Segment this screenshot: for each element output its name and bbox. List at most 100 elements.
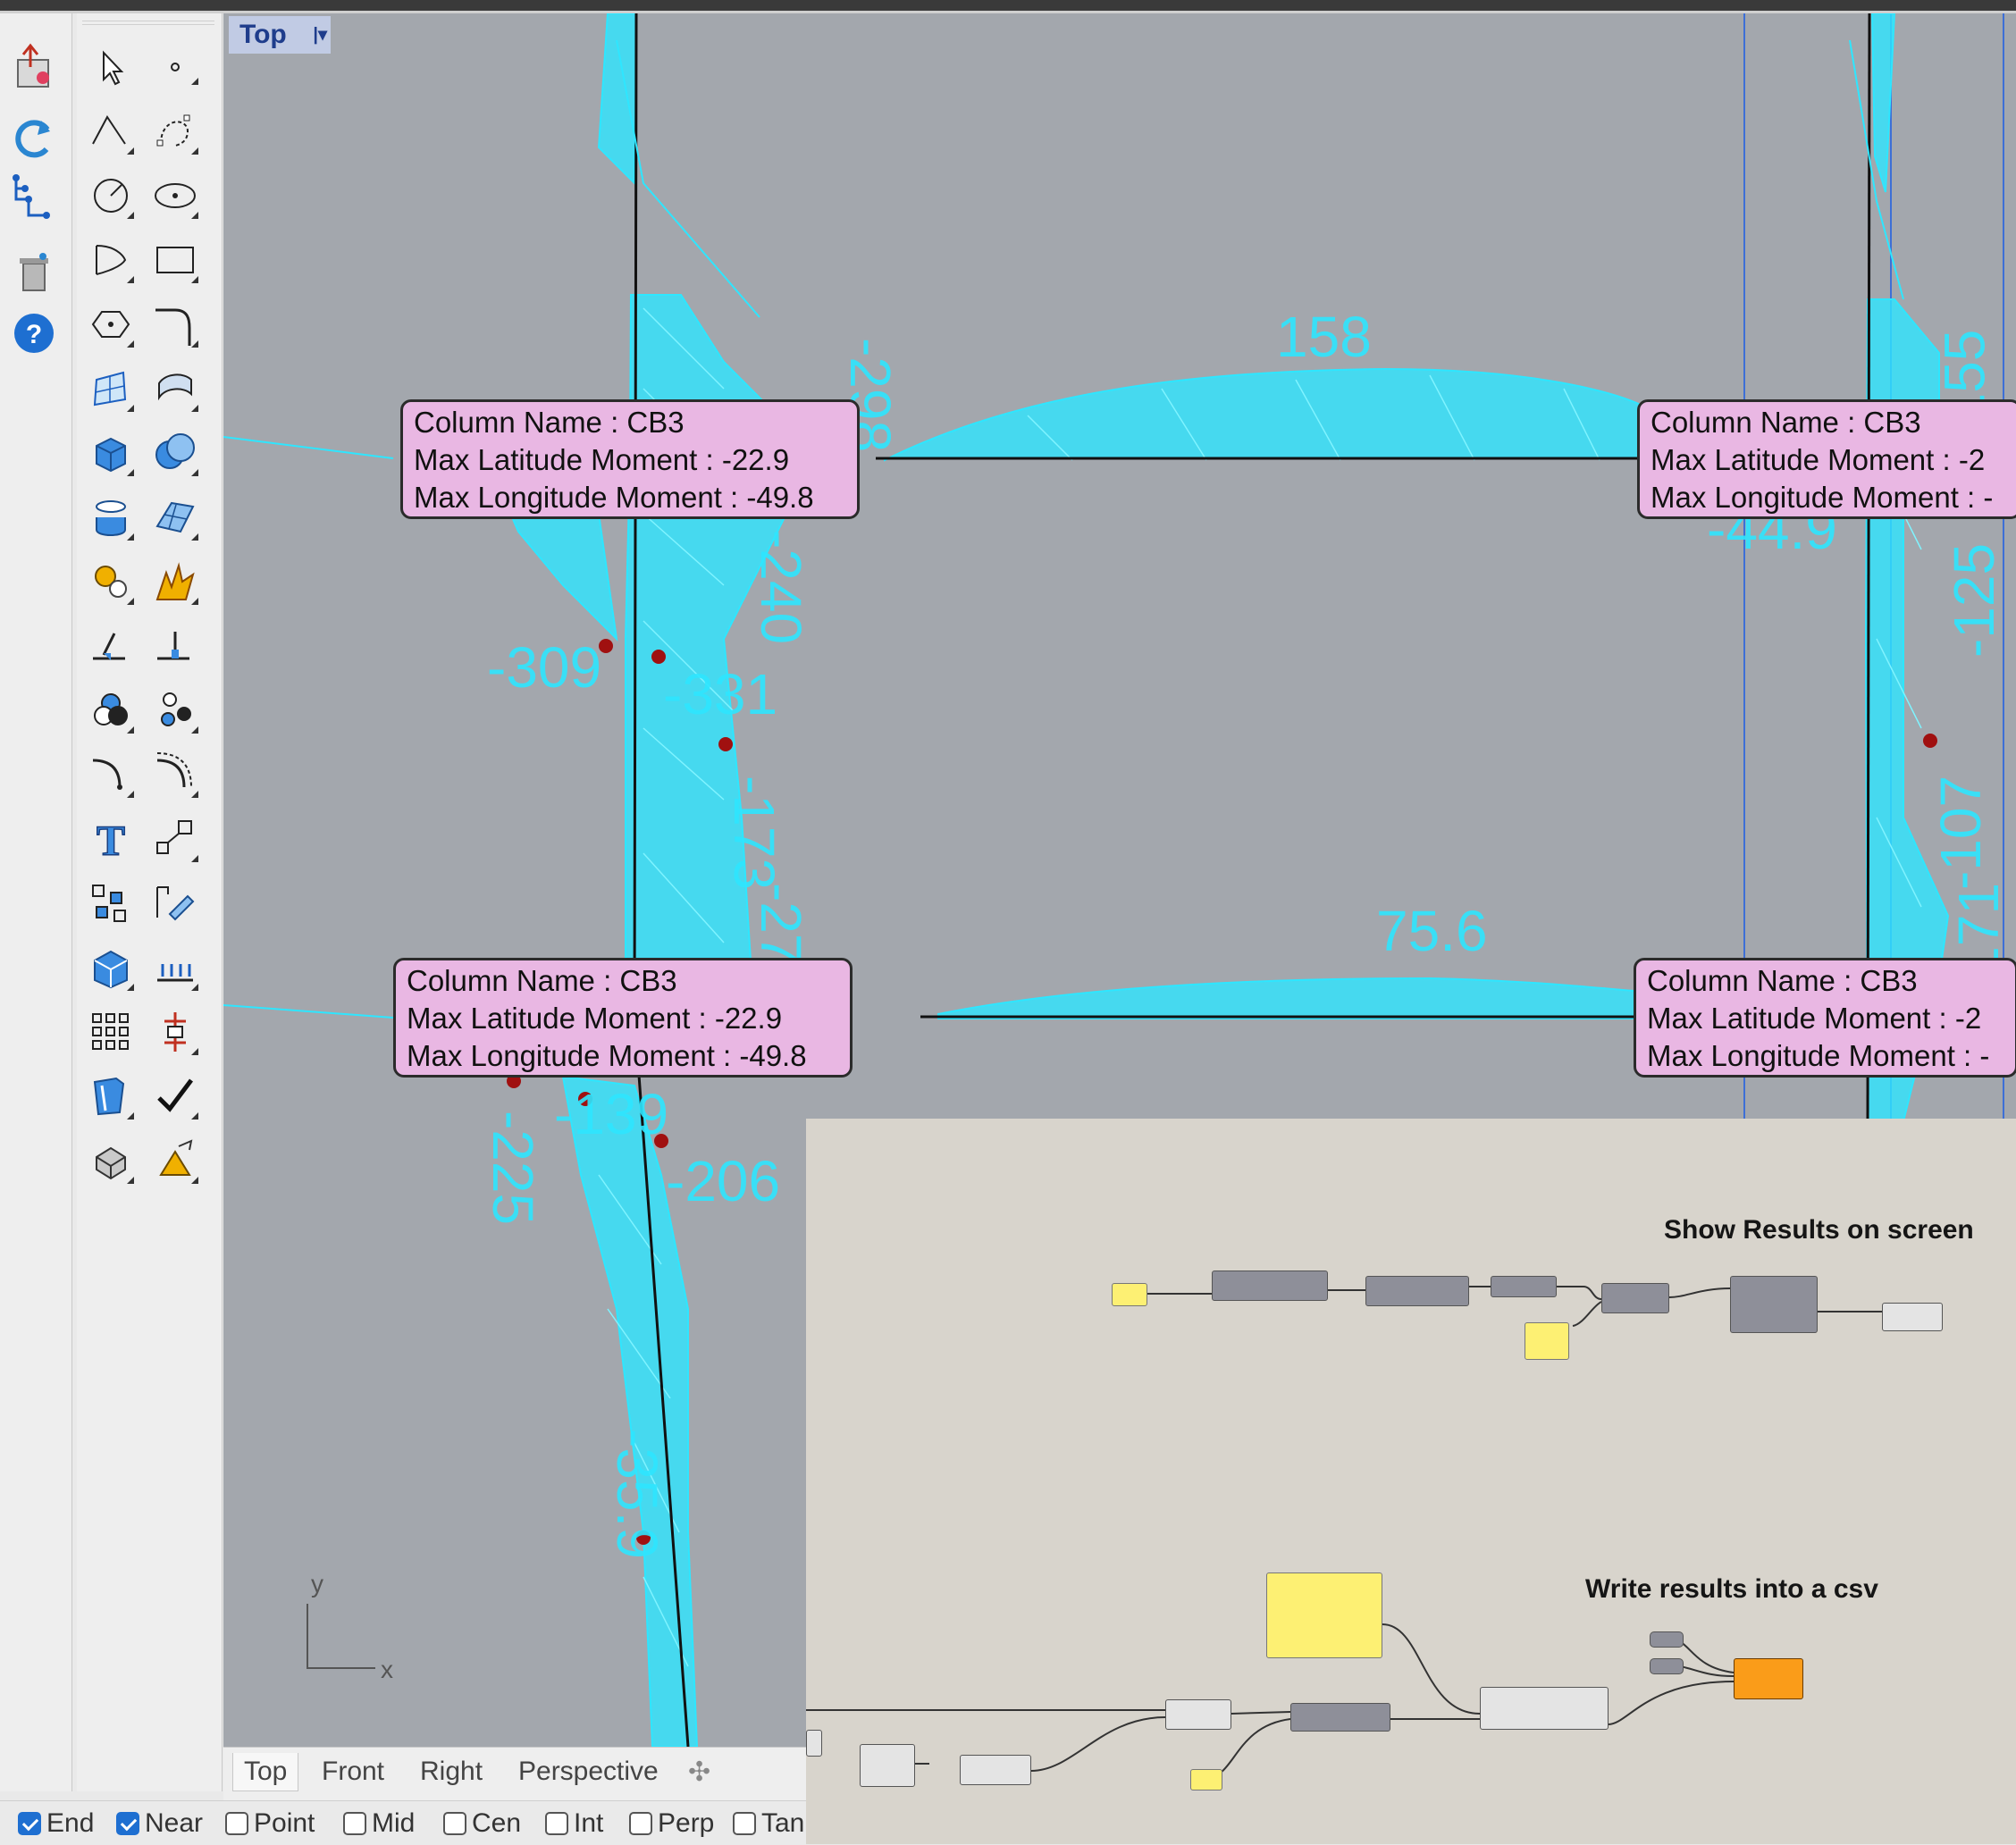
panel-node[interactable]	[1525, 1322, 1569, 1360]
cylinder-icon[interactable]	[84, 491, 138, 544]
plus-icon[interactable]: ✣	[688, 1757, 710, 1788]
group-title-show-results: Show Results on screen	[1664, 1215, 1974, 1245]
select-arrow-icon[interactable]	[84, 40, 138, 94]
viewport-title[interactable]: Top |▾	[229, 16, 331, 54]
osnap-int[interactable]: Int	[545, 1808, 603, 1839]
help-icon[interactable]: ?	[7, 306, 61, 360]
checkbox-icon[interactable]	[545, 1812, 568, 1835]
extrude-surface-icon[interactable]	[148, 362, 202, 415]
output-node[interactable]	[1882, 1303, 1943, 1331]
panel-node[interactable]	[1266, 1572, 1382, 1658]
component-node[interactable]	[960, 1755, 1031, 1785]
osnap-tan[interactable]: Tan	[733, 1808, 804, 1839]
tab-perspective[interactable]: Perspective	[518, 1757, 659, 1787]
osnap-near[interactable]: Near	[116, 1808, 203, 1839]
callout-line: Max Latitude Moment : -2	[1647, 1002, 1982, 1035]
render-icon[interactable]	[84, 1134, 138, 1187]
offset-curve-icon[interactable]	[148, 748, 202, 801]
component-node[interactable]	[1491, 1276, 1557, 1297]
value-label: -206	[666, 1149, 781, 1213]
component-node[interactable]	[1730, 1276, 1818, 1333]
boolean-toggle-node[interactable]	[1650, 1631, 1684, 1648]
tab-right[interactable]: Right	[420, 1757, 483, 1787]
gear-tools-icon[interactable]	[84, 555, 138, 608]
component-node[interactable]	[1165, 1699, 1231, 1730]
callout-line: Max Latitude Moment : -22.9	[407, 1002, 783, 1035]
axis-y-label: y	[311, 1570, 323, 1598]
array-icon[interactable]	[84, 1005, 138, 1059]
fillet-icon[interactable]	[84, 748, 138, 801]
panel-node[interactable]	[1112, 1283, 1147, 1306]
fillet-curve-icon[interactable]	[148, 298, 202, 351]
polygon-icon[interactable]	[84, 298, 138, 351]
checkbox-checked-icon[interactable]	[116, 1812, 139, 1835]
extend-icon[interactable]	[148, 619, 202, 673]
grasshopper-canvas[interactable]: Show Results on screen Write results int…	[806, 1119, 2016, 1844]
light-icon[interactable]	[148, 1134, 202, 1187]
check-icon[interactable]	[148, 1069, 202, 1123]
checkbox-icon[interactable]	[443, 1812, 466, 1835]
dimension-icon[interactable]	[148, 876, 202, 930]
panel-node[interactable]	[1190, 1769, 1222, 1790]
osnap-cen[interactable]: Cen	[443, 1808, 521, 1839]
text-icon[interactable]: T	[84, 812, 138, 866]
group-icon[interactable]	[84, 683, 138, 737]
gumball-icon[interactable]	[148, 1005, 202, 1059]
arc-icon[interactable]	[84, 233, 138, 287]
component-node[interactable]	[1601, 1283, 1669, 1313]
checkbox-icon[interactable]	[733, 1812, 756, 1835]
osnap-label: Perp	[658, 1808, 715, 1838]
ellipse-icon[interactable]	[148, 169, 202, 222]
column-callout: Column Name : CB3 Max Latitude Moment : …	[400, 399, 860, 519]
checkbox-icon[interactable]	[629, 1812, 652, 1835]
circle-icon[interactable]	[84, 169, 138, 222]
layout-icon[interactable]	[84, 1069, 138, 1123]
export-icon[interactable]	[7, 40, 61, 94]
column-callout: Column Name : CB3 Max Latitude Moment : …	[1637, 399, 2016, 519]
curve-cv-icon[interactable]	[148, 105, 202, 158]
component-node[interactable]	[1212, 1271, 1328, 1301]
component-node[interactable]	[1480, 1687, 1609, 1730]
value-label: -107	[1928, 775, 1994, 891]
mesh-icon[interactable]	[148, 491, 202, 544]
osnap-point[interactable]: Point	[225, 1808, 315, 1839]
rotate-view-icon[interactable]	[7, 112, 61, 165]
boolean-toggle-node[interactable]	[1650, 1658, 1684, 1674]
scale-icon[interactable]	[148, 812, 202, 866]
trash-icon[interactable]	[7, 244, 61, 298]
component-node[interactable]	[1290, 1703, 1390, 1732]
callout-line: Max Longitude Moment : -49.8	[414, 481, 814, 514]
tab-top[interactable]: Top	[232, 1753, 299, 1791]
osnap-label: Mid	[372, 1808, 416, 1838]
component-node[interactable]	[1365, 1276, 1469, 1306]
contour-icon[interactable]	[148, 941, 202, 994]
viewport-title-text: Top	[239, 20, 287, 49]
write-csv-node[interactable]	[1734, 1658, 1803, 1699]
boolean-union-icon[interactable]	[148, 426, 202, 480]
polyline-icon[interactable]	[84, 105, 138, 158]
explode-icon[interactable]	[148, 555, 202, 608]
tab-front[interactable]: Front	[322, 1757, 384, 1787]
ungroup-icon[interactable]	[148, 683, 202, 737]
checkbox-icon[interactable]	[225, 1812, 248, 1835]
checkbox-checked-icon[interactable]	[18, 1812, 41, 1835]
window-top-edge	[0, 0, 2016, 13]
osnap-mid[interactable]: Mid	[343, 1808, 415, 1839]
box-icon[interactable]	[84, 426, 138, 480]
component-node[interactable]	[860, 1744, 915, 1787]
history-tree-icon[interactable]	[7, 172, 61, 226]
dropdown-arrow-icon[interactable]: |▾	[313, 16, 327, 54]
surface-from-points-icon[interactable]	[84, 362, 138, 415]
osnap-perp[interactable]: Perp	[629, 1808, 714, 1839]
osnap-end[interactable]: End	[18, 1808, 94, 1839]
value-label: -225	[481, 1110, 546, 1226]
block-icon[interactable]	[84, 876, 138, 930]
project-icon[interactable]	[84, 619, 138, 673]
solid-tools-icon[interactable]	[84, 941, 138, 994]
point-icon[interactable]	[148, 40, 202, 94]
component-node[interactable]	[806, 1730, 822, 1757]
axis-x-label: x	[381, 1656, 393, 1683]
rectangle-icon[interactable]	[148, 233, 202, 287]
checkbox-icon[interactable]	[343, 1812, 366, 1835]
osnap-bar: End Near Point Mid Cen Int Perp Tan	[0, 1800, 806, 1845]
